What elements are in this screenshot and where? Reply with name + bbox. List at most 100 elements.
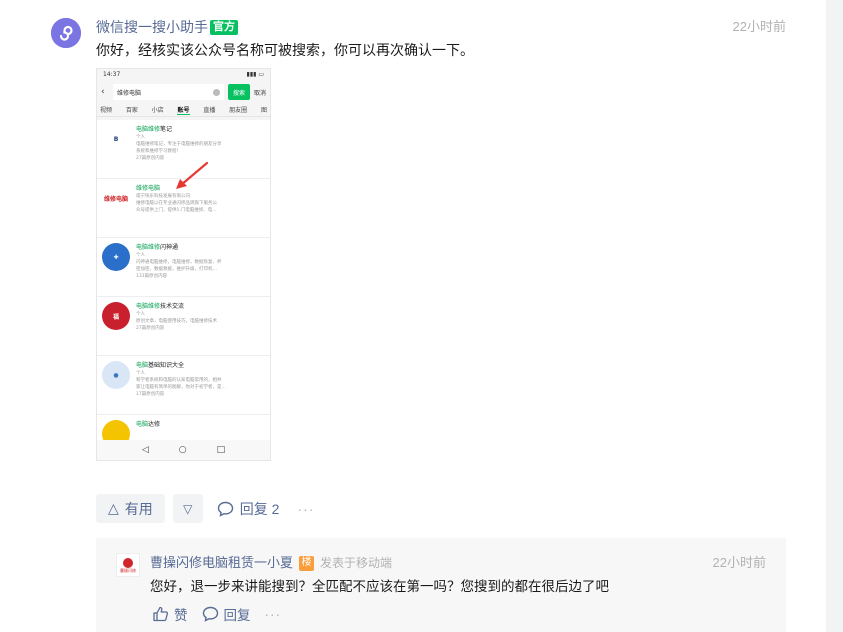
phone-result-name: 电脑维修闪神通 xyxy=(136,243,265,252)
phone-result-name-highlight: 电脑维修 xyxy=(136,126,161,133)
phone-result-info: 电脑维修技术交流 个人 原创文章，电脑使用技巧，电脑维修技术 27篇原创内容 xyxy=(136,302,265,350)
phone-result-info: 维修电脑咸宁快乐科技发展有限公司维修电脑以在专业通闪修品牌旗下服务公 众号提供上门… xyxy=(136,184,265,232)
reply-author: 曹操闪修电脑租赁一小夏 楼 发表于移动端 xyxy=(150,554,392,572)
official-badge: 官方 xyxy=(210,19,238,35)
avatar-miniprogram-icon[interactable] xyxy=(51,18,81,48)
not-useful-button[interactable]: ▽ xyxy=(172,494,203,523)
phone-result-meta: 27篇原创内容 xyxy=(136,326,165,331)
phone-result-name-highlight: 电脑维修 xyxy=(136,303,161,310)
phone-result-desc: 闪神通电脑维修，电脑维修，数据恢复、杯 xyxy=(136,260,222,265)
reply-author-name[interactable]: 曹操闪修电脑租赁一小夏 xyxy=(150,554,293,572)
phone-result-name-rest: 笔记 xyxy=(160,126,173,133)
comment-actions: △ 有用 ▽ 回复 2 ··· xyxy=(96,494,314,523)
phone-result-info: 电脑维修闪神通 个人 闪神通电脑维修，电脑维修，数据恢复、杯 密加密，数据救援，维护升… xyxy=(136,243,265,291)
phone-result-name: 电脑基础知识大全 xyxy=(136,361,265,370)
phone-tab: 账号 xyxy=(177,106,190,115)
phone-nav-button-icon: ◁ xyxy=(141,445,149,455)
reply-item: 曹操闪修 曹操闪修电脑租赁一小夏 楼 发表于移动端 22小时前 您好，退一步来讲… xyxy=(96,538,786,632)
phone-nav-bar: ◁ ○ □ xyxy=(97,440,270,460)
reply-source: 发表于移动端 xyxy=(320,556,393,570)
phone-back-icon: ‹ xyxy=(101,87,105,97)
phone-result-logo-icon: 福 xyxy=(102,302,130,330)
phone-result-logo-icon: ● xyxy=(102,361,130,389)
phone-result-item: ● 电脑基础知识大全 个人 和学者系统和电脑的认知电脑常用的，相并 家让电脑有简单的图解… xyxy=(97,356,270,415)
phone-result-desc: 维修电脑以在专业通闪修品牌旗下服务公 xyxy=(136,201,217,206)
phone-result-name-rest: 技术交流 xyxy=(160,303,185,310)
phone-result-kind: 咸宁快乐科技发展有限公司 xyxy=(136,194,190,199)
avatar-label: 曹操闪修 xyxy=(120,568,136,573)
phone-result-name-rest: 达修 xyxy=(148,421,161,428)
phone-result-desc: 原创文章，电脑使用技巧，电脑维修技术 xyxy=(136,319,217,324)
phone-result-name-highlight: 电脑维修 xyxy=(136,244,161,251)
phone-result-desc: 众号提供上门，提供1.门电脑维修、电… xyxy=(136,208,217,213)
phone-result-kind: 个人 xyxy=(136,312,145,317)
phone-result-name: 电脑维修技术交流 xyxy=(136,302,265,311)
phone-result-name-highlight: 电脑 xyxy=(136,421,149,428)
comment-author[interactable]: 微信搜一搜小助手 官方 xyxy=(96,18,238,36)
phone-tabs: 视频 百家 小店 账号 直播 朋友圈 图 xyxy=(97,103,270,117)
phone-result-desc: 和学者系统和电脑的认知电脑常用的，相并 xyxy=(136,378,222,383)
avatar-logo-icon xyxy=(123,558,133,568)
like-label: 赞 xyxy=(174,608,188,623)
comment-author-name[interactable]: 微信搜一搜小助手 xyxy=(96,18,208,36)
phone-signal-icon: ▮▮▮ ▭ xyxy=(246,71,264,78)
more-options-icon[interactable]: ··· xyxy=(297,501,314,517)
phone-search-button: 搜索 xyxy=(227,84,250,100)
phone-result-logo-icon: ✚ xyxy=(102,243,130,271)
phone-result-desc: 系统和维修学习教程！ xyxy=(136,149,181,154)
like-button[interactable]: 赞 xyxy=(152,604,188,624)
comment-bubble-icon xyxy=(202,606,218,622)
phone-result-kind: 个人 xyxy=(136,135,145,140)
attached-screenshot[interactable]: 14:37 ▮▮▮ ▭ ‹ 维修电脑 搜索 取消 视频 百家 小店 账号 直播 朋友圈图 … xyxy=(96,68,271,461)
phone-result-kind: 个人 xyxy=(136,253,145,258)
phone-result-name: 电脑维修笔记 xyxy=(136,125,265,134)
phone-result-desc: 电脑维修笔记，专注于电脑维修的朋友分享 xyxy=(136,142,222,147)
comment-card: 微信搜一搜小助手 官方 22小时前 你好，经核实该公众号名称可被搜索，你可以再次… xyxy=(0,0,826,632)
phone-result-name-highlight: 维修电脑 xyxy=(136,185,161,192)
phone-result-name-highlight: 电脑 xyxy=(136,362,149,369)
reply-avatar[interactable]: 曹操闪修 xyxy=(116,553,140,577)
page-background-strip xyxy=(826,0,843,632)
reply-reply-button[interactable]: 回复 xyxy=(202,604,251,624)
comment-text: 你好，经核实该公众号名称可被搜索，你可以再次确认一下。 xyxy=(96,42,474,58)
phone-tab: 直播 xyxy=(203,107,216,114)
phone-result-desc: 家让电脑有简单的图解，你对于初学者，是… xyxy=(136,385,226,390)
phone-result-item: ✚ 电脑维修闪神通 个人 闪神通电脑维修，电脑维修，数据恢复、杯 密加密，数据救援，维护… xyxy=(97,238,270,297)
phone-clear-icon xyxy=(212,88,220,96)
phone-result-logo-icon: B xyxy=(102,125,130,153)
phone-search-query: 维修电脑 xyxy=(117,89,142,97)
phone-tab: 视频 xyxy=(100,107,113,114)
phone-status-bar: 14:37 ▮▮▮ ▭ xyxy=(97,69,270,81)
phone-search-bar: ‹ 维修电脑 搜索 取消 xyxy=(97,81,270,103)
thumbs-up-icon xyxy=(153,606,169,622)
reply-count-label: 回复 2 xyxy=(239,500,280,517)
phone-result-name-rest: 闪神通 xyxy=(160,244,179,251)
phone-tab: 图 xyxy=(260,107,267,114)
phone-tab: 百家 xyxy=(125,107,138,114)
reply-button[interactable]: 回复 2 xyxy=(211,494,286,523)
reply-more-icon[interactable]: ··· xyxy=(265,607,282,622)
red-arrow-icon xyxy=(176,161,209,189)
phone-tab: 小店 xyxy=(151,107,164,114)
phone-result-kind: 个人 xyxy=(136,371,145,376)
triangle-up-icon: △ xyxy=(108,500,119,516)
triangle-down-icon: ▽ xyxy=(183,501,193,516)
phone-result-name-rest: 基础知识大全 xyxy=(148,362,185,369)
comment-time: 22小时前 xyxy=(732,19,786,34)
phone-result-name: 电脑达修 xyxy=(136,420,265,429)
phone-status-time: 14:37 xyxy=(103,71,121,78)
phone-search-input: 维修电脑 xyxy=(113,84,224,100)
phone-result-info: 电脑基础知识大全 个人和学者系统和电脑的认知电脑常用的，相并 家让电脑有简单的图解，… xyxy=(136,361,265,409)
reply-reply-label: 回复 xyxy=(223,608,251,623)
phone-result-logo-icon: 维修电脑 xyxy=(102,184,130,212)
comment-bubble-icon xyxy=(217,501,233,517)
phone-result-item: 福电脑维修技术交流 个人 原创文章，电脑使用技巧，电脑维修技术 27篇原创内容 xyxy=(97,297,270,356)
phone-result-meta: 17篇原创内容 xyxy=(136,392,165,397)
phone-result-meta: 131篇原创内容 xyxy=(136,274,168,279)
reply-time: 22小时前 xyxy=(712,555,766,570)
reply-text: 您好，退一步来讲能搜到？全匹配不应该在第一吗？您搜到的都在很后边了吧 xyxy=(150,579,609,594)
useful-label: 有用 xyxy=(124,500,153,517)
useful-button[interactable]: △ 有用 xyxy=(96,494,165,523)
reply-actions: 赞 回复 ··· xyxy=(152,604,281,624)
phone-nav-button-icon: ○ xyxy=(178,445,187,455)
